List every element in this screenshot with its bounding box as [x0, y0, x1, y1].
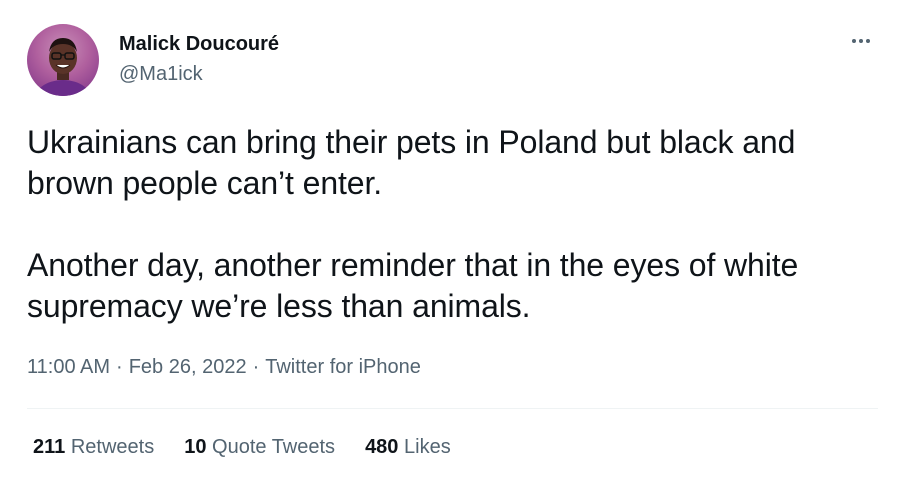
- tweet-paragraph: Another day, another reminder that in th…: [27, 247, 799, 324]
- retweets-label: Retweets: [70, 436, 155, 458]
- tweet-paragraph: Ukrainians can bring their pets in Polan…: [27, 124, 796, 201]
- divider: [27, 408, 878, 409]
- more-horizontal-icon: [852, 39, 856, 43]
- more-options-button[interactable]: [846, 31, 876, 51]
- tweet-metadata: 11:00 AM · Feb 26, 2022 · Twitter for iPhone: [27, 356, 421, 379]
- retweets-stat[interactable]: 211 Retweets: [33, 436, 154, 459]
- likes-stat[interactable]: 480 Likes: [365, 436, 451, 459]
- more-horizontal-icon-dot: [866, 39, 870, 43]
- likes-count: 480: [365, 436, 399, 458]
- avatar-photo: [34, 38, 92, 96]
- quote-tweets-label: Quote Tweets: [212, 436, 336, 458]
- tweet-date[interactable]: Feb 26, 2022: [129, 356, 247, 378]
- avatar[interactable]: [27, 24, 99, 96]
- more-horizontal-icon-dot: [859, 39, 863, 43]
- meta-separator: ·: [252, 356, 260, 378]
- tweet-time[interactable]: 11:00 AM: [27, 356, 110, 378]
- tweet-card: Malick Doucouré @Ma1ick Ukrainians can b…: [0, 0, 899, 482]
- retweets-count: 211: [33, 436, 66, 458]
- meta-separator: ·: [116, 356, 123, 378]
- likes-label: Likes: [404, 436, 451, 458]
- quote-tweets-count: 10: [184, 436, 207, 458]
- tweet-stats: 211 Retweets 10 Quote Tweets 480 Likes: [33, 436, 451, 459]
- tweet-source[interactable]: Twitter for iPhone: [265, 356, 421, 378]
- author-display-name[interactable]: Malick Doucouré: [119, 33, 279, 56]
- quote-tweets-stat[interactable]: 10 Quote Tweets: [184, 436, 335, 459]
- author-handle[interactable]: @Ma1ick: [119, 63, 203, 86]
- tweet-text: Ukrainians can bring their pets in Polan…: [27, 122, 887, 327]
